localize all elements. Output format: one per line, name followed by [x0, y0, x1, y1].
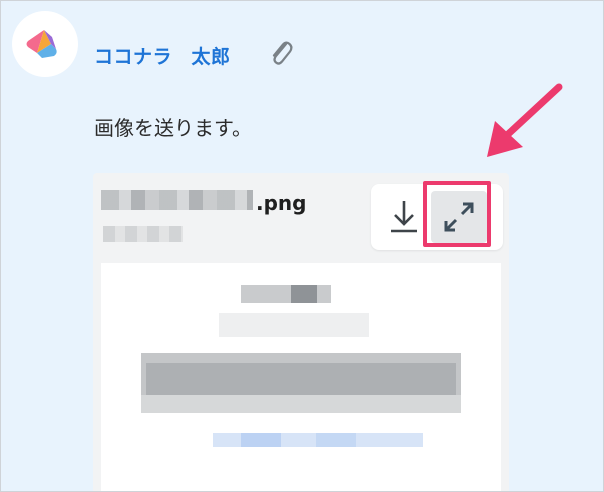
message-text: 画像を送ります。: [94, 116, 252, 140]
download-button[interactable]: [379, 192, 429, 242]
filesize-blurred: [103, 226, 183, 242]
filename-blurred: [101, 190, 253, 210]
paperclip-icon: [272, 41, 293, 65]
avatar[interactable]: [12, 11, 78, 77]
filename-extension: .png: [256, 191, 307, 215]
attachment-card[interactable]: .png: [93, 173, 509, 491]
pointer-arrow-icon: [487, 83, 563, 157]
sender-name[interactable]: ココナラ 太郎: [94, 42, 231, 69]
expand-button-highlight: [423, 181, 491, 247]
coconala-logo-icon: [26, 30, 57, 58]
chat-panel: ココナラ 太郎 画像を送ります。 .png: [0, 0, 604, 492]
download-icon: [391, 201, 417, 233]
image-preview-blurred[interactable]: [101, 263, 501, 491]
